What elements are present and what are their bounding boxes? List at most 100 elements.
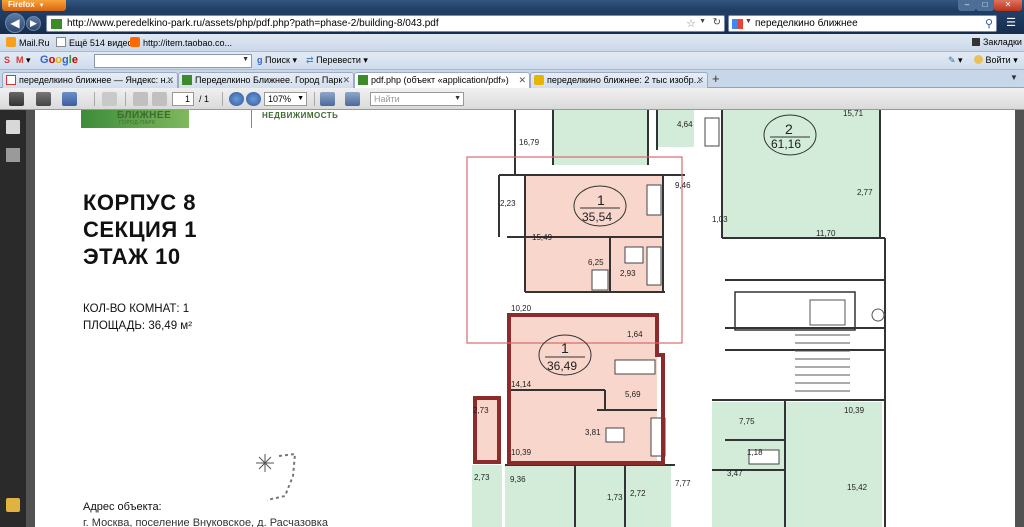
- search-engine-dropdown-icon[interactable]: ▼: [745, 18, 752, 25]
- chevron-down-icon: ▼: [454, 95, 461, 102]
- translate-button[interactable]: ⇄ Перевести ▾: [306, 55, 368, 66]
- bookmark-label: http://item.taobao.co...: [143, 38, 233, 48]
- room-area-label: 11,70: [816, 229, 836, 238]
- forward-button[interactable]: ▶: [26, 16, 41, 31]
- close-tab-icon[interactable]: ✕: [696, 73, 704, 87]
- tab-label: переделкино ближнее — Яндекс: н...: [19, 75, 174, 85]
- apartment-fill: [712, 402, 882, 527]
- room-area-label: 7,77: [675, 479, 691, 488]
- site-favicon-icon: [182, 75, 192, 85]
- bookmarks-menu[interactable]: Закладки: [972, 37, 1022, 47]
- chevron-down-icon[interactable]: ▼: [242, 56, 249, 63]
- wrench-icon[interactable]: ✎ ▾: [948, 55, 963, 66]
- bookmark-item[interactable]: Mail.Ru: [6, 37, 50, 48]
- title-bar: Firefox ▼ – □ ✕: [0, 0, 1024, 12]
- zoom-in-icon[interactable]: [246, 92, 261, 106]
- room-area-label: 2,23: [500, 199, 516, 208]
- google-toolbar: SM ▾ Google ▼ g Поиск ▾ ⇄ Перевести ▾ ✎ …: [0, 52, 1024, 70]
- url-text[interactable]: http://www.peredelkino-park.ru/assets/ph…: [67, 18, 439, 29]
- print-icon[interactable]: [9, 92, 24, 106]
- find-placeholder: Найти: [374, 94, 400, 104]
- fit-width-icon[interactable]: [320, 92, 335, 106]
- gmail-icon[interactable]: SM ▾: [4, 55, 31, 66]
- pdf-viewer[interactable]: БЛИЖНЕЕ ГОРОД-ПАРК НЕДВИЖИМОСТЬ КОРПУС 8…: [26, 110, 1024, 527]
- arrow-left-icon: ◀: [10, 16, 20, 30]
- tab-list-icon[interactable]: ▼: [1010, 73, 1018, 82]
- reload-icon[interactable]: ↻: [713, 17, 721, 28]
- toolbar-menu-icon[interactable]: ☰: [1004, 16, 1018, 30]
- back-button[interactable]: ◀: [5, 13, 25, 33]
- search-magnifier-icon[interactable]: ⚲: [985, 17, 993, 30]
- save-icon[interactable]: [36, 92, 51, 106]
- site-favicon-icon: [51, 19, 62, 29]
- zoom-select[interactable]: 107% ▼: [264, 92, 307, 106]
- comments-icon[interactable]: [6, 498, 20, 512]
- tab-yandex[interactable]: переделкино ближнее — Яндекс: н... ✕: [2, 72, 178, 88]
- fit-page-icon[interactable]: [345, 92, 360, 106]
- pdf-sidebar: [0, 110, 26, 527]
- pdf-page: БЛИЖНЕЕ ГОРОД-ПАРК НЕДВИЖИМОСТЬ КОРПУС 8…: [35, 110, 1015, 527]
- room-area-label: 9,36: [510, 475, 526, 484]
- address-bar[interactable]: http://www.peredelkino-park.ru/assets/ph…: [46, 15, 725, 32]
- site-favicon-icon: [358, 75, 368, 85]
- tab-strip: переделкино ближнее — Яндекс: н... ✕ Пер…: [0, 70, 1024, 89]
- bookmarks-bar: Mail.Ru Ещё 514 видео http://item.taobao…: [0, 34, 1024, 52]
- google-search-input[interactable]: ▼: [94, 54, 252, 68]
- tools-icon[interactable]: [102, 92, 117, 106]
- google-logo[interactable]: Google: [40, 54, 78, 66]
- taobao-icon: [130, 37, 140, 47]
- room-area-label: 14,14: [511, 380, 532, 389]
- mailru-icon: [6, 37, 16, 47]
- close-tab-icon[interactable]: ✕: [342, 73, 350, 87]
- page-down-icon[interactable]: [152, 92, 167, 106]
- google-search-button[interactable]: g Поиск ▾: [257, 55, 297, 66]
- zoom-out-icon[interactable]: [229, 92, 244, 106]
- page-up-icon[interactable]: [133, 92, 148, 106]
- bookmark-item[interactable]: http://item.taobao.co...: [130, 37, 232, 48]
- zoom-value: 107%: [268, 94, 292, 104]
- tab-images[interactable]: переделкино ближнее: 2 тыс изобр... ✕: [530, 72, 708, 88]
- room-area-label: 10,39: [844, 406, 865, 415]
- tab-label: переделкино ближнее: 2 тыс изобр...: [547, 75, 702, 85]
- room-area-label: 1,64: [627, 330, 643, 339]
- image-search-icon: [534, 75, 544, 85]
- find-input[interactable]: Найти ▼: [370, 92, 464, 106]
- search-bar[interactable]: ▼ переделкино ближнее ⚲: [728, 15, 997, 32]
- room-area-label: 4,64: [677, 120, 693, 129]
- bookmarks-menu-label: Закладки: [983, 37, 1022, 47]
- google-engine-icon[interactable]: [732, 19, 743, 29]
- bookmark-item[interactable]: Ещё 514 видео: [56, 37, 133, 48]
- room-area-label: 3,81: [585, 428, 601, 437]
- room-area-label: 2,93: [620, 269, 636, 278]
- room-area-label: 15,49: [532, 233, 553, 242]
- page-total: / 1: [199, 94, 210, 104]
- search-label: Поиск: [265, 55, 290, 65]
- search-input[interactable]: переделкино ближнее: [755, 18, 858, 29]
- tab-pdf[interactable]: pdf.php (объект «application/pdf») ✕: [354, 72, 530, 89]
- user-icon: [974, 55, 983, 64]
- apartment-rooms-label: 1: [597, 192, 605, 208]
- close-button[interactable]: ✕: [994, 0, 1022, 11]
- login-button[interactable]: Войти ▾: [974, 55, 1018, 66]
- bookmark-star-icon[interactable]: ☆: [686, 17, 696, 30]
- page-thumbnails-icon[interactable]: [6, 120, 20, 134]
- url-history-dropdown-icon[interactable]: ▼: [699, 18, 706, 25]
- page-number-input[interactable]: 1: [172, 92, 194, 106]
- maximize-button[interactable]: □: [976, 0, 994, 11]
- close-tab-icon[interactable]: ✕: [518, 73, 526, 87]
- bookmarks-panel-icon[interactable]: [6, 148, 20, 162]
- firefox-menu-label: Firefox: [8, 0, 35, 9]
- apartment-area-label: 61,16: [771, 137, 801, 151]
- new-tab-button[interactable]: +: [712, 71, 720, 86]
- apartment-fill: [505, 465, 671, 527]
- toolbar-separator: [125, 92, 126, 106]
- tab-peredelkino[interactable]: Переделкино Ближнее. Город Парк ✕: [178, 72, 354, 88]
- share-icon[interactable]: [62, 92, 77, 106]
- minimize-button[interactable]: –: [958, 0, 976, 11]
- firefox-menu-button[interactable]: Firefox ▼: [2, 0, 66, 11]
- translate-icon: ⇄: [306, 55, 314, 65]
- close-tab-icon[interactable]: ✕: [166, 73, 174, 87]
- toolbar-separator: [222, 92, 223, 106]
- apartment-rooms-label: 2: [785, 121, 793, 137]
- bookmarks-menu-icon: [972, 38, 980, 46]
